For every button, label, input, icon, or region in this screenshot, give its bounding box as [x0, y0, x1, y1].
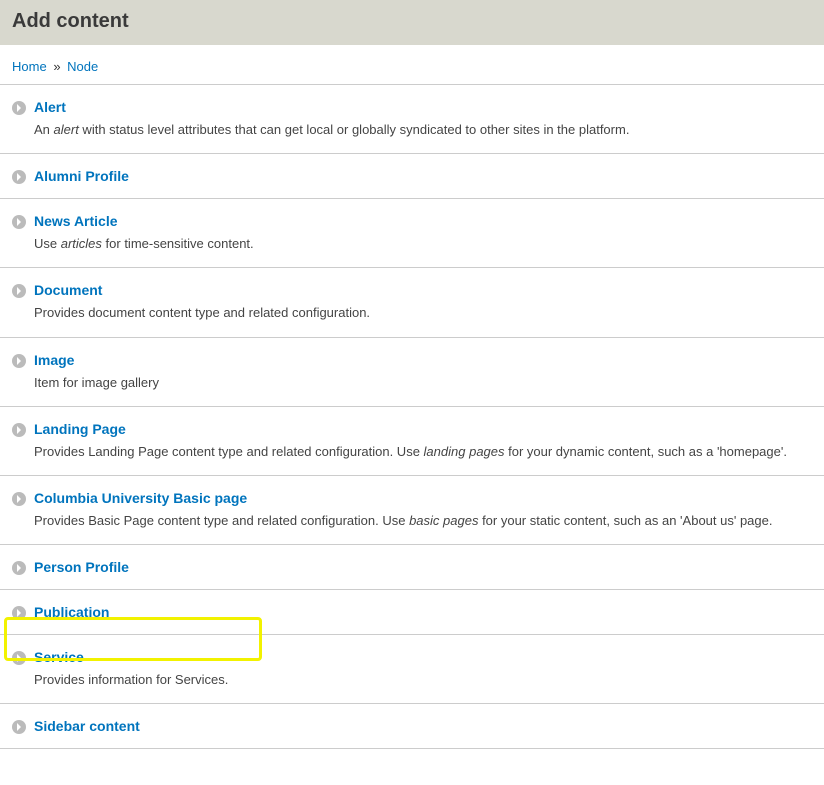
- content-type-item: Document Provides document content type a…: [0, 268, 824, 337]
- content-type-list: Alert An alert with status level attribut…: [0, 85, 824, 749]
- content-type-link[interactable]: Person Profile: [34, 559, 129, 575]
- chevron-right-icon: [12, 215, 26, 229]
- content-type-description: Item for image gallery: [34, 374, 812, 392]
- content-type-link[interactable]: Document: [34, 282, 102, 298]
- chevron-right-icon: [12, 651, 26, 665]
- content-type-link[interactable]: Service: [34, 649, 84, 665]
- breadcrumb-home-link[interactable]: Home: [12, 59, 47, 74]
- content-type-description: Provides document content type and relat…: [34, 304, 812, 322]
- breadcrumb: Home » Node: [0, 45, 824, 85]
- content-type-item: Alumni Profile: [0, 154, 824, 199]
- content-type-item: Alert An alert with status level attribut…: [0, 85, 824, 154]
- chevron-right-icon: [12, 720, 26, 734]
- content-type-item: Person Profile: [0, 545, 824, 590]
- page-header: Add content: [0, 0, 824, 45]
- content-type-item: Landing Page Provides Landing Page conten…: [0, 407, 824, 476]
- content-type-link[interactable]: Image: [34, 352, 74, 368]
- content-type-link[interactable]: Landing Page: [34, 421, 126, 437]
- content-type-item: Publication: [0, 590, 824, 635]
- content-type-item: News Article Use articles for time-sensit…: [0, 199, 824, 268]
- chevron-right-icon: [12, 492, 26, 506]
- content-type-link[interactable]: Sidebar content: [34, 718, 140, 734]
- content-type-item: Columbia University Basic page Provides B…: [0, 476, 824, 545]
- content-type-link[interactable]: Columbia University Basic page: [34, 490, 247, 506]
- breadcrumb-separator: »: [53, 59, 60, 74]
- content-type-link[interactable]: Alumni Profile: [34, 168, 129, 184]
- content-type-link[interactable]: Publication: [34, 604, 109, 620]
- chevron-right-icon: [12, 423, 26, 437]
- content-type-description: Provides Landing Page content type and r…: [34, 443, 812, 461]
- chevron-right-icon: [12, 170, 26, 184]
- content-type-description: Use articles for time-sensitive content.: [34, 235, 812, 253]
- content-type-link[interactable]: Alert: [34, 99, 66, 115]
- page-title: Add content: [12, 10, 812, 33]
- chevron-right-icon: [12, 101, 26, 115]
- chevron-right-icon: [12, 561, 26, 575]
- content-type-description: Provides Basic Page content type and rel…: [34, 512, 812, 530]
- content-type-link[interactable]: News Article: [34, 213, 118, 229]
- chevron-right-icon: [12, 354, 26, 368]
- breadcrumb-node-link[interactable]: Node: [67, 59, 98, 74]
- content-type-item: Image Item for image gallery: [0, 338, 824, 407]
- chevron-right-icon: [12, 606, 26, 620]
- content-type-item: Sidebar content: [0, 704, 824, 749]
- content-type-item: Service Provides information for Services…: [0, 635, 824, 704]
- chevron-right-icon: [12, 284, 26, 298]
- content-type-description: Provides information for Services.: [34, 671, 812, 689]
- content-type-description: An alert with status level attributes th…: [34, 121, 812, 139]
